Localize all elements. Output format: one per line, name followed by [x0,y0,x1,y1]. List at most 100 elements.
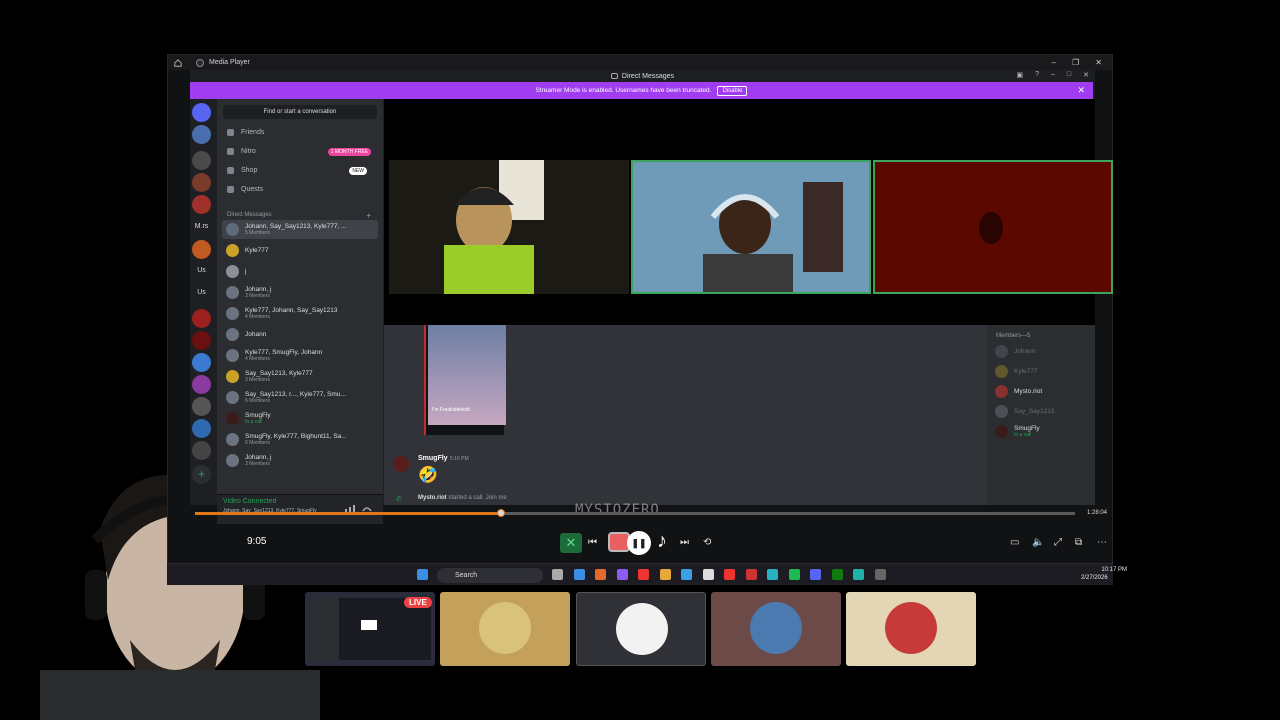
taskbar-app-icon[interactable] [767,569,778,580]
taskbar-app-icon[interactable] [681,569,692,580]
close-icon[interactable]: ✕ [1095,58,1102,67]
more-options-icon[interactable]: ⋯ [1097,537,1107,548]
previous-icon[interactable]: ⏮ [588,537,597,548]
member-item[interactable]: Johann [995,345,1035,358]
dm-item[interactable]: Kyle777, SmugFly, Johann 4 Members [222,346,378,365]
taskbar-app-icon[interactable] [874,569,886,580]
help-icon[interactable]: ? [1035,71,1039,79]
create-dm-icon[interactable]: + [366,211,371,220]
dm-item-name: Say_Say1213, Kyle777 [245,370,313,377]
minimize-icon[interactable]: – [1052,58,1056,67]
member-item[interactable]: SmugFly In a call [995,425,1040,438]
taskbar-app-icon[interactable] [745,569,757,580]
video-tile-speaking[interactable] [631,160,871,294]
dm-item[interactable]: Johann, Say_Say1213, Kyle777, ... 5 Membe… [222,220,378,239]
server-icon[interactable] [192,353,211,372]
banner-close-icon[interactable]: ✕ [1077,85,1085,96]
repeat-icon[interactable]: ⟲ [703,537,711,548]
dm-item[interactable]: Say_Say1213, r..., Kyle777, Smu... 6 Memb… [222,388,378,407]
nav-quests[interactable]: Quests [227,186,377,193]
disable-streamer-mode-button[interactable]: Disable [717,85,748,96]
add-server-icon[interactable]: + [192,465,211,484]
taskbar-search[interactable]: Search [437,568,543,583]
avatar[interactable] [393,456,409,472]
video-attachment[interactable]: I'm Freakidiekidd [424,325,506,435]
dm-item[interactable]: SmugFly In a call [222,409,378,428]
taskbar-time[interactable]: 10:17 PM [1097,567,1127,573]
discord-close-icon[interactable]: ✕ [1083,71,1089,79]
taskbar-app-icon[interactable] [702,569,714,580]
taskbar-app-icon[interactable] [616,569,628,580]
windows-start-icon[interactable] [417,569,428,580]
tiktok-icon[interactable]: ♪ [657,530,667,553]
nav-shop[interactable]: Shop NEW [227,166,377,175]
server-icon[interactable] [192,309,211,328]
discord-maximize-icon[interactable]: □ [1067,71,1071,79]
taskbar-app-icon[interactable] [788,569,800,580]
server-icon[interactable] [192,151,211,170]
dm-item[interactable]: Johann, j3 Members [222,451,378,470]
server-label[interactable]: Us [190,289,213,296]
dm-item[interactable]: Johann [222,325,378,344]
server-icon[interactable] [192,441,211,460]
taskbar-app-icon[interactable] [831,569,843,580]
taskbar-app-icon[interactable] [552,569,563,580]
inbox-icon[interactable]: ▣ [1016,71,1023,79]
dm-item[interactable]: Kyle777, Johann, Say_Say1213 4 Members [222,304,378,323]
participant-tile[interactable] [440,592,570,666]
disconnect-icon[interactable] [362,500,372,512]
server-icon[interactable] [192,397,211,416]
member-item[interactable]: Kyle777 [995,365,1038,378]
member-item[interactable]: Mysto.riot [995,385,1042,398]
server-icon[interactable] [192,240,211,259]
volume-icon[interactable]: 🔈 [1032,537,1044,548]
taskbar-app-icon[interactable] [853,569,864,580]
find-conversation-input[interactable]: Find or start a conversation [223,105,377,119]
dm-item[interactable]: SmugFly, Kyle777, Bighunt11, Sa... 6 Memb… [222,430,378,449]
home-icon[interactable] [174,58,182,67]
participant-tile[interactable] [711,592,841,666]
miniplayer-icon[interactable]: ▭ [1010,537,1019,548]
server-label[interactable]: M.rs [190,223,213,230]
next-icon[interactable]: ⏭ [680,537,689,548]
taskbar-date[interactable]: 2/27/2026 [1081,575,1108,581]
cast-icon[interactable]: ⧉ [1075,537,1082,548]
member-item[interactable]: Say_Say1213 [995,405,1054,418]
discord-minimize-icon[interactable]: – [1051,71,1055,79]
video-tile[interactable] [389,160,629,294]
taskbar-app-icon[interactable] [638,569,649,580]
participant-tile[interactable] [576,592,706,666]
server-icon[interactable] [192,173,211,192]
discord-home-icon[interactable] [192,103,211,122]
dm-item-name: Johann, Say_Say1213, Kyle777, ... [245,223,347,230]
video-tile-speaking[interactable] [873,160,1113,294]
fullscreen-icon[interactable]: ⤢ [1054,537,1062,548]
system-user[interactable]: Mysto.riot [418,495,447,501]
taskbar-app-icon[interactable] [659,569,671,580]
taskbar-app-icon[interactable] [810,569,821,580]
seek-bar[interactable] [195,509,1075,517]
shuffle-icon[interactable]: ✕ [560,533,582,553]
message-author[interactable]: SmugFly [418,455,448,462]
pause-button[interactable]: ❚❚ [627,531,651,555]
participant-tile[interactable] [846,592,976,666]
participant-video [633,162,869,292]
server-icon[interactable] [192,331,211,350]
taskbar-app-icon[interactable] [573,569,585,580]
restore-icon[interactable]: ❐ [1072,58,1079,67]
nav-friends[interactable]: Friends [227,129,377,136]
dm-item[interactable]: j [222,262,378,281]
server-icon[interactable] [192,375,211,394]
server-icon[interactable] [192,195,211,214]
dm-item[interactable]: Kyle777 [222,241,378,260]
taskbar-app-icon[interactable] [595,569,606,580]
taskbar-app-icon[interactable] [724,569,735,580]
nav-shop-label: Shop [241,167,258,174]
dm-item[interactable]: Say_Say1213, Kyle777 3 Members [222,367,378,386]
server-icon[interactable] [192,125,211,144]
server-label[interactable]: Us [190,267,213,274]
nav-nitro[interactable]: Nitro 1 MONTH FREE [227,147,377,156]
dm-item[interactable]: Johann, j3 Members [222,283,378,302]
voice-signal-icon[interactable] [345,500,355,513]
server-icon[interactable] [192,419,211,438]
